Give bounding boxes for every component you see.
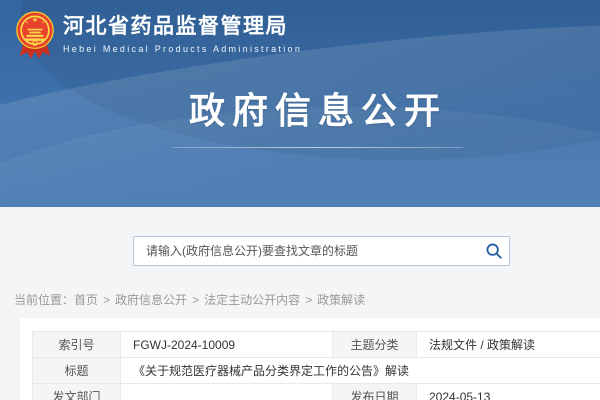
breadcrumb-item-current: 政策解读 [317, 293, 365, 307]
breadcrumb-separator: > [103, 293, 110, 307]
breadcrumb-separator: > [305, 293, 312, 307]
banner-title: 政府信息公开 [18, 82, 600, 134]
breadcrumb-separator: > [192, 293, 199, 307]
hero-banner: 河北省药品监督管理局 Hebei Medical Products Admini… [0, 0, 600, 207]
site-name-en: Hebei Medical Products Administration [63, 44, 302, 54]
site-titles: 河北省药品监督管理局 Hebei Medical Products Admini… [63, 10, 302, 54]
category-label: 主题分类 [333, 332, 417, 358]
publish-date-label: 发布日期 [333, 384, 417, 400]
table-row-dept-date: 发文部门 发布日期 2024-05-13 [33, 384, 600, 400]
issuing-dept-value [121, 384, 333, 400]
breadcrumb-item-home[interactable]: 首页 [74, 293, 98, 307]
site-name: 河北省药品监督管理局 [63, 15, 302, 39]
publish-date-value: 2024-05-13 [417, 384, 600, 400]
issuing-dept-label: 发文部门 [33, 384, 121, 400]
table-row-index-category: 索引号 FGWJ-2024-10009 主题分类 法规文件 / 政策解读 [33, 332, 600, 358]
search-icon [485, 242, 503, 260]
banner: 政府信息公开 [18, 82, 600, 148]
china-national-emblem-icon [14, 10, 56, 60]
index-number-value: FGWJ-2024-10009 [121, 332, 333, 358]
doc-info-table: 索引号 FGWJ-2024-10009 主题分类 法规文件 / 政策解读 标题 … [32, 331, 600, 400]
title-label: 标题 [33, 358, 121, 384]
category-value: 法规文件 / 政策解读 [417, 332, 600, 358]
document-card: 索引号 FGWJ-2024-10009 主题分类 法规文件 / 政策解读 标题 … [20, 318, 600, 400]
breadcrumb-label: 当前位置： [14, 293, 74, 307]
breadcrumb-item-disclosure[interactable]: 法定主动公开内容 [204, 293, 300, 307]
site-header: 河北省药品监督管理局 Hebei Medical Products Admini… [0, 0, 600, 60]
breadcrumb: 当前位置：首页 > 政府信息公开 > 法定主动公开内容 > 政策解读 [14, 291, 365, 308]
page-content: 当前位置：首页 > 政府信息公开 > 法定主动公开内容 > 政策解读 索引号 FGWJ-20… [0, 207, 600, 400]
search-button[interactable] [479, 237, 509, 265]
search-input[interactable] [134, 237, 479, 265]
breadcrumb-item-gov-info[interactable]: 政府信息公开 [115, 293, 187, 307]
title-value: 《关于规范医疗器械产品分类界定工作的公告》解读 [121, 358, 600, 384]
index-number-label: 索引号 [33, 332, 121, 358]
search-box [133, 236, 510, 266]
banner-underline [173, 147, 463, 148]
table-row-title: 标题 《关于规范医疗器械产品分类界定工作的公告》解读 [33, 358, 600, 384]
